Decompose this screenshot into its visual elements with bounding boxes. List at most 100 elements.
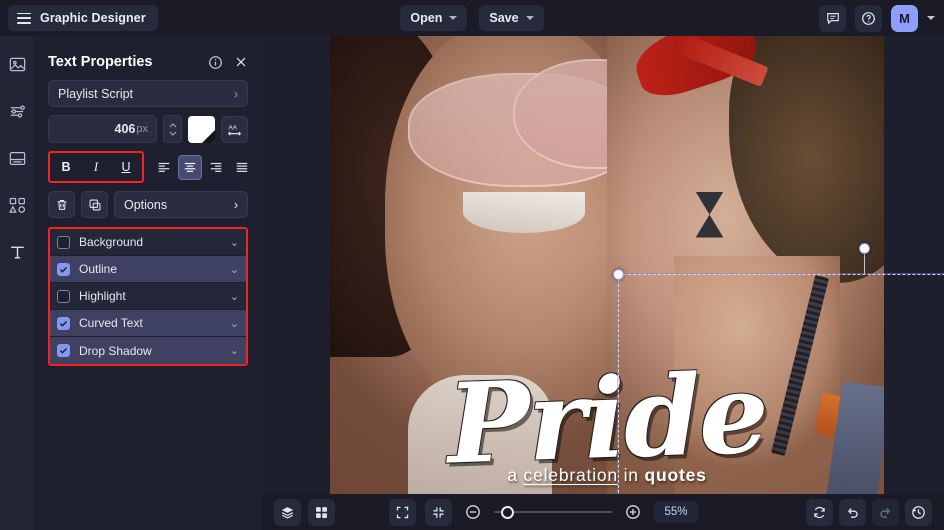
fit-screen-icon: [395, 505, 410, 520]
panel-header: Text Properties: [48, 36, 248, 80]
top-center-menus: Open Save: [0, 5, 944, 31]
align-justify-button[interactable]: [230, 155, 254, 180]
letter-spacing-button[interactable]: AA: [221, 115, 248, 143]
zoom-in-button[interactable]: [621, 500, 645, 524]
effect-row-curved-text[interactable]: Curved Text ⌄: [50, 310, 246, 337]
chevron-down-icon: [525, 16, 534, 20]
align-left-button[interactable]: [152, 155, 176, 180]
help-circle-icon: [861, 11, 876, 26]
chevron-down-icon[interactable]: ⌄: [230, 290, 239, 303]
zoom-level[interactable]: 55%: [654, 501, 698, 523]
align-right-button[interactable]: [204, 155, 228, 180]
effect-label: Highlight: [79, 289, 126, 303]
fit-screen-button[interactable]: [389, 498, 416, 526]
zoom-slider[interactable]: [494, 505, 612, 519]
save-button[interactable]: Save: [479, 5, 544, 31]
options-label: Options: [124, 197, 168, 212]
app-window: Graphic Designer Open Save M Text Proper…: [0, 0, 944, 530]
collapse-button[interactable]: [425, 498, 452, 526]
text-color-swatch[interactable]: [188, 115, 215, 143]
italic-button[interactable]: I: [82, 155, 110, 179]
redo-button[interactable]: [872, 498, 899, 526]
info-circle-icon[interactable]: [208, 55, 223, 70]
delete-button[interactable]: [48, 191, 75, 218]
bold-italic-underline-group: B I U: [48, 151, 144, 183]
font-size-value: 406: [114, 122, 136, 136]
chevron-down-icon[interactable]: [927, 16, 935, 20]
checkbox-outline[interactable]: [57, 262, 70, 276]
font-size-stepper[interactable]: [163, 115, 182, 143]
comment-icon: [826, 11, 840, 25]
comment-button[interactable]: [819, 4, 846, 32]
resize-handle-top-left[interactable]: [613, 269, 624, 280]
svg-text:AA: AA: [228, 124, 237, 131]
underline-button[interactable]: U: [112, 155, 140, 179]
open-button[interactable]: Open: [400, 5, 468, 31]
canvas-area[interactable]: Pride a celebration in quotes: [262, 36, 944, 494]
font-size-row: 406 px AA: [48, 115, 248, 143]
bold-button[interactable]: B: [52, 155, 80, 179]
undo-icon: [845, 505, 860, 520]
text-properties-panel: Text Properties Playlist Script › 406 px…: [34, 36, 262, 530]
sidebar-item-shapes[interactable]: [5, 193, 29, 217]
close-icon[interactable]: [234, 55, 248, 69]
checkbox-curved-text[interactable]: [57, 316, 70, 330]
chevron-down-icon[interactable]: ⌄: [230, 263, 239, 276]
zoom-out-button[interactable]: [461, 500, 485, 524]
reset-button[interactable]: [806, 498, 833, 526]
text-style-row: B I U: [48, 151, 248, 183]
chevron-down-icon[interactable]: ⌄: [230, 317, 239, 330]
chevron-down-icon[interactable]: ⌄: [230, 236, 239, 249]
effect-row-outline[interactable]: Outline ⌄: [50, 256, 246, 283]
bottom-left-tools: [274, 498, 335, 526]
zoom-controls: 55%: [389, 498, 698, 526]
page-title: Text Properties: [48, 54, 153, 70]
options-row: Options ›: [48, 191, 248, 218]
effect-row-drop-shadow[interactable]: Drop Shadow ⌄: [50, 337, 246, 364]
chevron-down-icon: [449, 16, 458, 20]
open-label: Open: [410, 11, 443, 25]
align-center-button[interactable]: [178, 154, 202, 180]
layers-icon: [280, 505, 295, 520]
grid-button[interactable]: [308, 498, 335, 526]
text-effects-list: Background ⌄ Outline ⌄ Highlight ⌄ Curve…: [48, 227, 248, 366]
effect-label: Background: [79, 235, 144, 249]
sidebar-item-adjustments[interactable]: [5, 99, 29, 123]
grid-icon: [314, 505, 329, 520]
font-size-input[interactable]: 406 px: [48, 115, 157, 143]
trash-icon: [55, 198, 69, 212]
undo-button[interactable]: [839, 498, 866, 526]
redo-icon: [878, 505, 893, 520]
sidebar-item-layout[interactable]: [5, 146, 29, 170]
history-controls: [806, 498, 932, 526]
checkbox-highlight[interactable]: [57, 289, 70, 303]
options-button[interactable]: Options ›: [114, 191, 248, 218]
avatar[interactable]: M: [891, 4, 918, 32]
font-size-unit: px: [136, 123, 148, 135]
duplicate-button[interactable]: [81, 191, 108, 218]
zoom-out-icon: [465, 504, 481, 520]
duplicate-icon: [88, 198, 102, 212]
alignment-group: [152, 154, 254, 180]
sidebar-item-text[interactable]: [5, 240, 29, 264]
effect-row-background[interactable]: Background ⌄: [50, 229, 246, 256]
sidebar-item-image[interactable]: [5, 52, 29, 76]
save-label: Save: [489, 11, 519, 25]
letter-spacing-icon: AA: [226, 122, 243, 137]
font-family-select[interactable]: Playlist Script ›: [48, 80, 248, 107]
help-button[interactable]: [855, 4, 882, 32]
effect-row-highlight[interactable]: Highlight ⌄: [50, 283, 246, 310]
rotate-handle[interactable]: [858, 243, 870, 254]
refresh-icon: [812, 505, 827, 520]
history-button[interactable]: [905, 498, 932, 526]
chevron-down-icon[interactable]: ⌄: [230, 344, 239, 357]
collapse-icon: [431, 505, 446, 520]
history-icon: [911, 505, 926, 520]
effect-label: Drop Shadow: [79, 343, 152, 358]
checkbox-background[interactable]: [57, 235, 70, 249]
checkbox-drop-shadow[interactable]: [57, 344, 70, 357]
zoom-slider-knob[interactable]: [501, 505, 514, 519]
zoom-in-icon: [625, 504, 641, 520]
layers-button[interactable]: [274, 498, 301, 526]
selection-box[interactable]: [613, 243, 944, 494]
